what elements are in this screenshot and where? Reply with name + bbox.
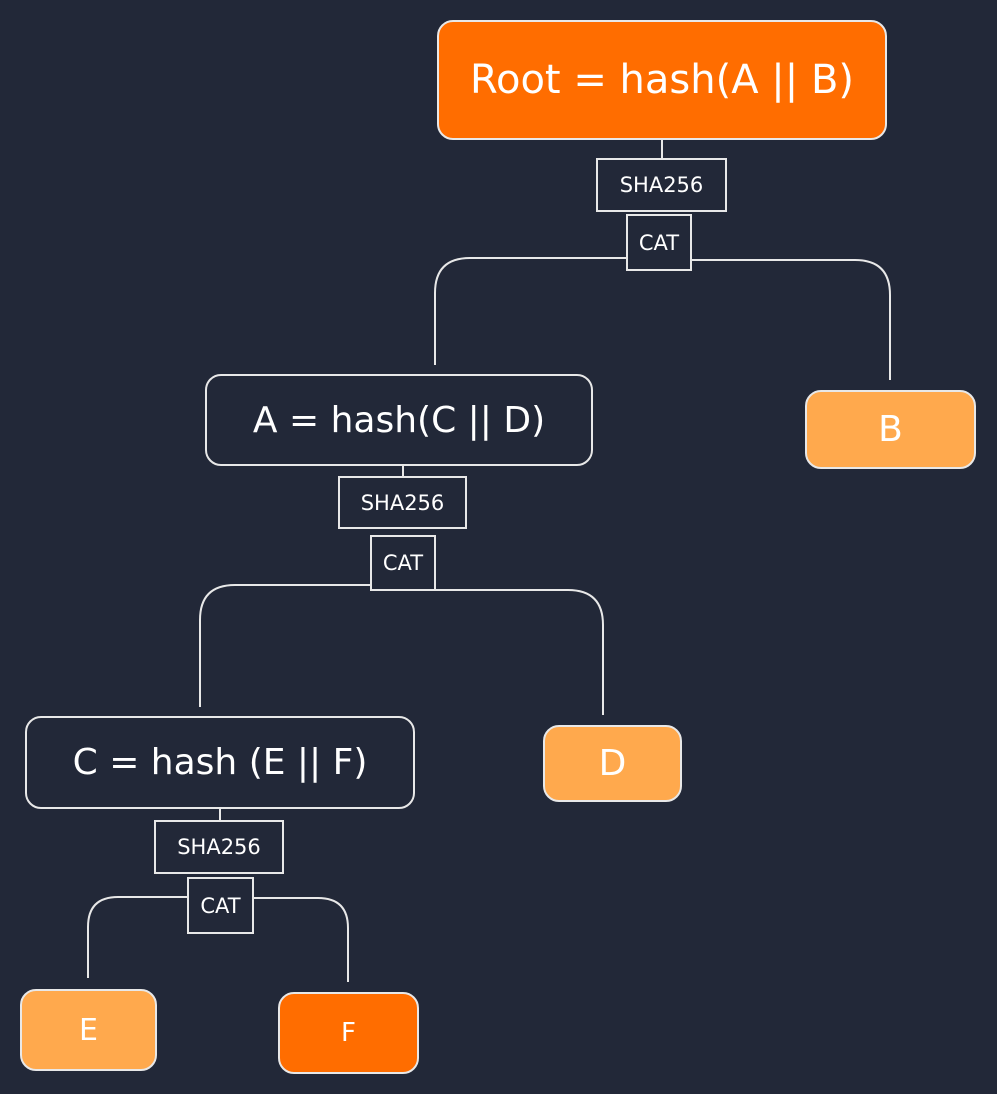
cat-box-root: CAT — [626, 214, 692, 271]
edge-cat-b — [692, 259, 891, 380]
root-node: Root = hash(A || B) — [437, 20, 887, 140]
sha256-box-c: SHA256 — [154, 820, 284, 874]
node-c: C = hash (E || F) — [25, 716, 415, 809]
node-b: B — [805, 390, 976, 469]
edge-cat-e — [87, 896, 187, 978]
connector-lines — [87, 140, 891, 982]
cat-box-a: CAT — [370, 535, 436, 591]
cat-box-c: CAT — [187, 877, 254, 934]
sha256-box-a: SHA256 — [338, 476, 467, 529]
edge-cat-c — [199, 584, 370, 707]
edge-cat-f — [254, 897, 349, 982]
edge-cat-d — [436, 589, 604, 715]
node-d: D — [543, 725, 682, 802]
node-f: F — [278, 992, 419, 1074]
sha256-box-root: SHA256 — [596, 158, 727, 212]
node-a: A = hash(C || D) — [205, 374, 593, 466]
edge-cat-a — [434, 257, 626, 365]
node-e: E — [20, 989, 157, 1071]
